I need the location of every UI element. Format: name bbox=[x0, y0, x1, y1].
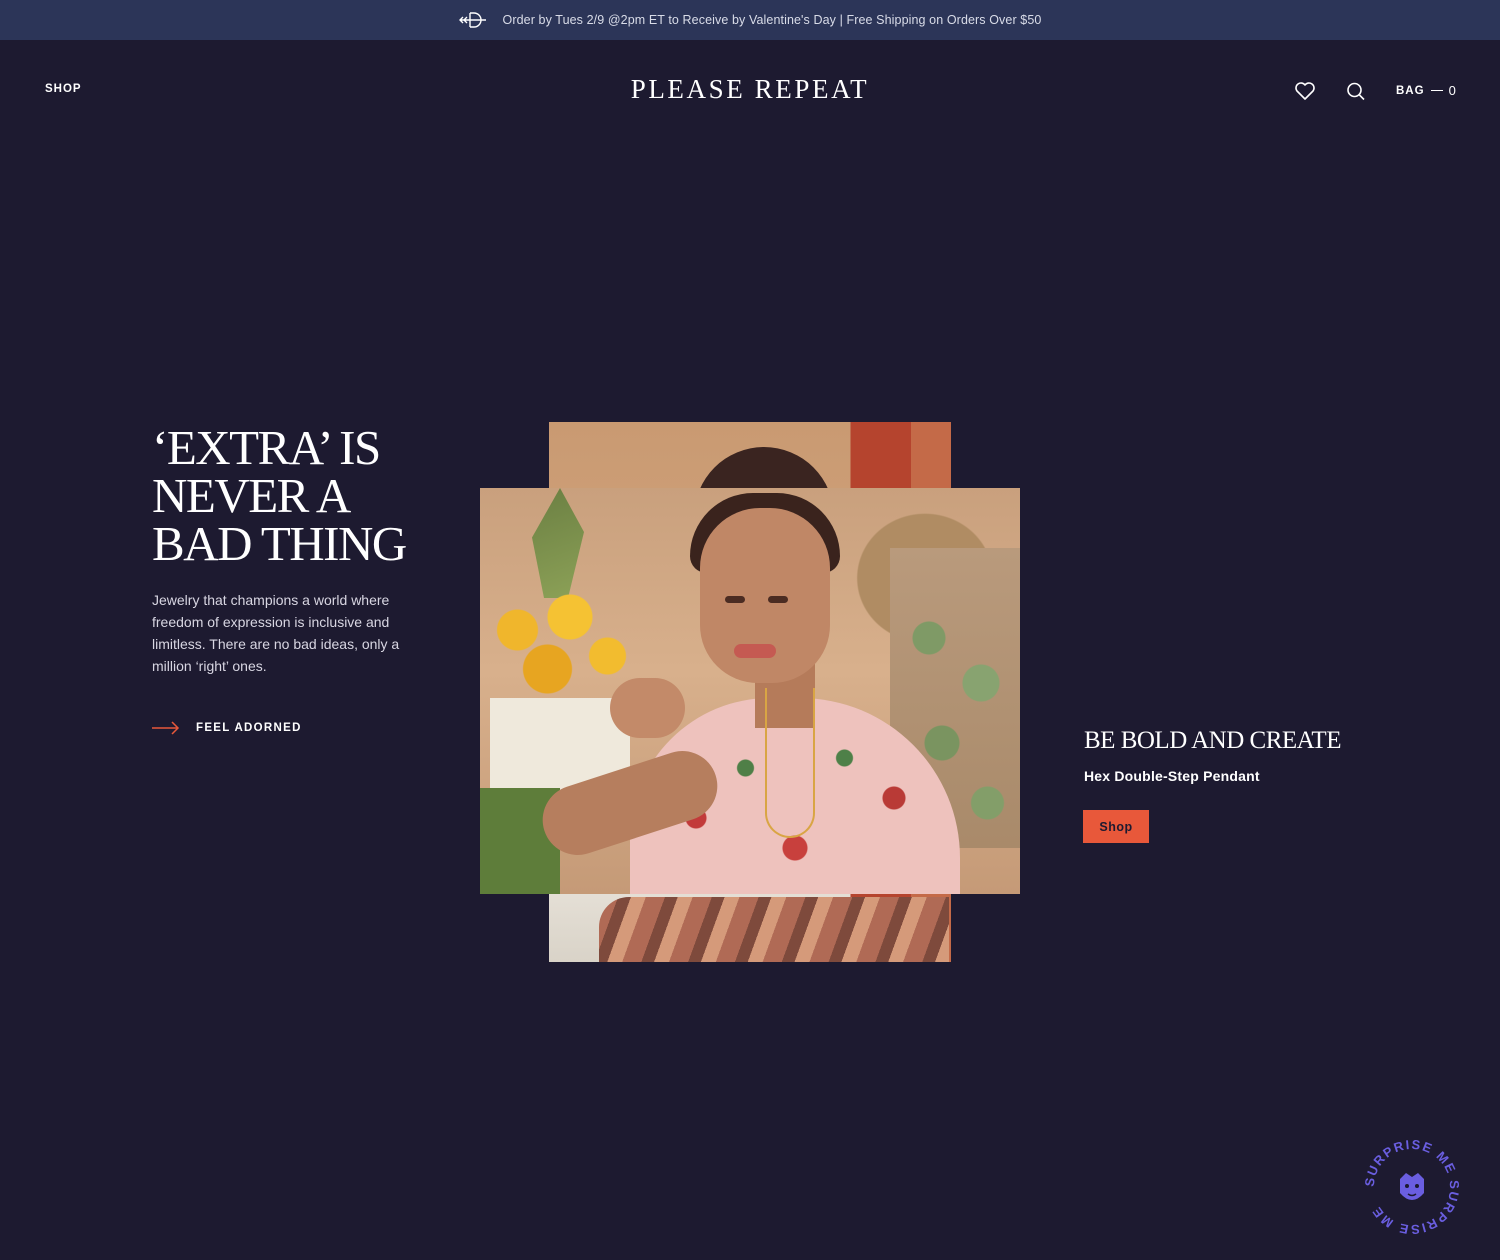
bag-label: BAG bbox=[1396, 84, 1425, 97]
photo-eye-right bbox=[768, 596, 788, 603]
feel-adorned-label: FEEL ADORNED bbox=[196, 722, 302, 734]
hero-body-text: Jewelry that champions a world where fre… bbox=[152, 592, 400, 674]
bag-count: 0 bbox=[1448, 83, 1457, 98]
hero-headline: ‘EXTRA’ IS NEVER A BAD THING bbox=[152, 420, 452, 571]
feel-adorned-link[interactable]: FEEL ADORNED bbox=[152, 720, 302, 736]
hero-headline-line-1: ‘EXTRA’ IS bbox=[152, 420, 381, 475]
heart-icon[interactable] bbox=[1294, 81, 1316, 101]
surprise-me-badge[interactable]: SURPRISE ME SURPRISE ME bbox=[1362, 1137, 1462, 1237]
arrow-right-icon bbox=[152, 721, 180, 735]
announcement-bar: Order by Tues 2/9 @2pm ET to Receive by … bbox=[0, 0, 1500, 40]
surprise-me-svg: SURPRISE ME SURPRISE ME bbox=[1362, 1137, 1461, 1237]
promo-title: BE BOLD AND CREATE bbox=[1084, 727, 1341, 754]
bag-divider bbox=[1430, 90, 1443, 91]
photo-necklace bbox=[765, 688, 815, 838]
site-logo: PLEASE REPEAT bbox=[0, 74, 1500, 105]
photo-yellow-flowers bbox=[480, 578, 630, 708]
bag-button[interactable]: BAG 0 bbox=[1396, 83, 1457, 98]
hero-headline-line-3: BAD THING bbox=[152, 516, 407, 571]
promo-product-name[interactable]: Hex Double-Step Pendant bbox=[1084, 768, 1260, 784]
photo-hand bbox=[610, 678, 685, 738]
announcement-text: Order by Tues 2/9 @2pm ET to Receive by … bbox=[502, 13, 1042, 27]
photo-eye-left bbox=[725, 596, 745, 603]
arrow-logo-icon bbox=[458, 12, 486, 28]
photo-shoe-shape bbox=[599, 897, 949, 962]
hero-image-model[interactable] bbox=[480, 488, 1020, 894]
hero-headline-line-2: NEVER A bbox=[152, 468, 351, 523]
crest-face-icon bbox=[1400, 1173, 1424, 1200]
shop-button[interactable]: Shop bbox=[1083, 810, 1149, 843]
photo-lips bbox=[734, 644, 776, 658]
logo-text[interactable]: PLEASE REPEAT bbox=[631, 74, 870, 104]
shop-menu-link[interactable]: SHOP bbox=[45, 83, 82, 95]
search-icon[interactable] bbox=[1345, 81, 1367, 101]
